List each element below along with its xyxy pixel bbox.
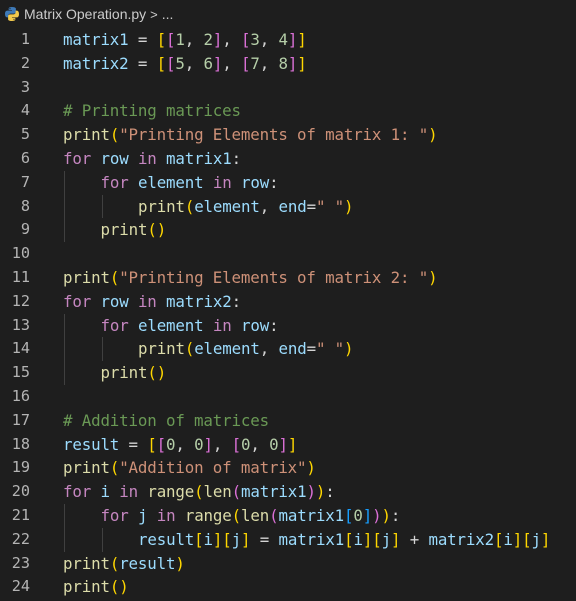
code-line[interactable]: 11 print("Printing Elements of matrix 2: …: [0, 266, 576, 290]
line-number: 11: [11, 267, 30, 286]
code-line[interactable]: 18 result = [[0, 0], [0, 0]]: [0, 433, 576, 457]
line-number: 4: [20, 101, 30, 120]
line-content: for element in row:: [100, 172, 279, 192]
code-line[interactable]: 2 matrix2 = [[5, 6], [7, 8]]: [0, 52, 576, 76]
line-number: 19: [11, 458, 30, 477]
line-content: print(result): [63, 553, 185, 573]
breadcrumb-file-name[interactable]: Matrix Operation.py: [24, 6, 146, 22]
line-content: print(element, end=" "): [138, 196, 354, 216]
breadcrumb-more[interactable]: ...: [162, 6, 174, 22]
line-number: 9: [20, 220, 30, 239]
line-content: print(): [100, 363, 167, 383]
code-line[interactable]: 7 for element in row:: [0, 170, 576, 195]
line-number: 8: [20, 196, 30, 215]
line-content: for row in matrix2:: [63, 291, 241, 311]
line-number: 23: [11, 553, 30, 572]
code-line[interactable]: 21 for j in range(len(matrix1[0])):: [0, 503, 576, 528]
code-line[interactable]: 19 print("Addition of matrix"): [0, 456, 576, 480]
line-content: print(): [100, 220, 167, 240]
code-line[interactable]: 24 print(): [0, 575, 576, 599]
line-number: 3: [20, 77, 30, 96]
code-line[interactable]: 22 result[i][j] = matrix1[i][j] + matrix…: [0, 527, 576, 552]
line-number: 1: [20, 30, 30, 48]
code-line[interactable]: 15 print(): [0, 361, 576, 385]
line-content: matrix2 = [[5, 6], [7, 8]]: [63, 53, 307, 73]
line-content: result[i][j] = matrix1[i][j] + matrix2[i…: [138, 529, 551, 549]
line-number: 14: [11, 339, 30, 358]
line-content: result = [[0, 0], [0, 0]]: [63, 434, 298, 454]
code-line[interactable]: 5 print("Printing Elements of matrix 1: "…: [0, 123, 576, 147]
line-content: for i in range(len(matrix1)):: [63, 482, 335, 502]
line-content: # Printing matrices: [63, 101, 241, 121]
line-content: print("Addition of matrix"): [63, 458, 316, 478]
chevron-right-icon: >: [150, 6, 158, 22]
line-number: 20: [11, 482, 30, 501]
line-content: for j in range(len(matrix1[0])):: [100, 505, 401, 525]
line-number: 10: [11, 244, 30, 263]
code-editor[interactable]: Matrix Operation.py > ... 1 matrix1 = [[1…: [0, 0, 576, 601]
code-line[interactable]: 16: [0, 385, 576, 409]
code-line[interactable]: 12 for row in matrix2:: [0, 290, 576, 314]
line-number: 6: [20, 148, 30, 167]
code-line[interactable]: 10: [0, 242, 576, 266]
code-line[interactable]: 14 print(element, end=" "): [0, 337, 576, 362]
line-number: 13: [11, 315, 30, 334]
code-line[interactable]: 20 for i in range(len(matrix1)):: [0, 480, 576, 504]
line-number: 16: [11, 386, 30, 405]
code-line[interactable]: 23 print(result): [0, 552, 576, 576]
line-number: 21: [11, 505, 30, 524]
line-number: 5: [20, 125, 30, 144]
line-content: # Addition of matrices: [63, 410, 269, 430]
line-number: 17: [11, 410, 30, 429]
line-content: for row in matrix1:: [63, 148, 241, 168]
line-content: matrix1 = [[1, 2], [3, 4]]: [63, 30, 307, 49]
line-content: for element in row:: [100, 315, 279, 335]
code-line[interactable]: 8 print(element, end=" "): [0, 194, 576, 219]
line-number: 7: [20, 172, 30, 191]
code-line[interactable]: 6 for row in matrix1:: [0, 147, 576, 171]
breadcrumb: Matrix Operation.py > ...: [0, 0, 576, 28]
line-content: print(element, end=" "): [138, 339, 354, 359]
line-content: print("Printing Elements of matrix 2: "): [63, 267, 438, 287]
code-line[interactable]: 9 print(): [0, 218, 576, 243]
python-icon: [4, 6, 20, 22]
line-number: 15: [11, 363, 30, 382]
line-number: 22: [11, 529, 30, 548]
code-area[interactable]: 1 matrix1 = [[1, 2], [3, 4]] 2 matrix2 = [[…: [0, 28, 576, 599]
line-number: 12: [11, 291, 30, 310]
code-line[interactable]: 4 # Printing matrices: [0, 99, 576, 123]
code-line[interactable]: 13 for element in row:: [0, 313, 576, 338]
line-number: 24: [11, 577, 30, 596]
line-content: print(): [63, 577, 129, 597]
line-content: print("Printing Elements of matrix 1: "): [63, 125, 438, 145]
code-line[interactable]: 17 # Addition of matrices: [0, 409, 576, 433]
line-number: 18: [11, 434, 30, 453]
line-number: 2: [20, 53, 30, 72]
code-line[interactable]: 1 matrix1 = [[1, 2], [3, 4]]: [0, 28, 576, 52]
code-line[interactable]: 3: [0, 76, 576, 100]
